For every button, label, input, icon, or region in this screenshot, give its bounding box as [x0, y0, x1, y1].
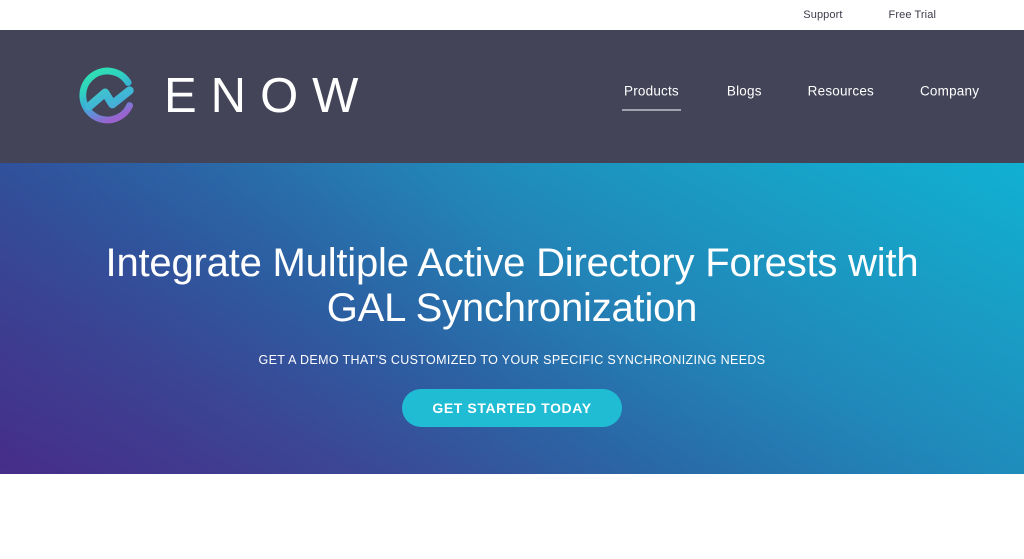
nav-item-products[interactable]: Products: [622, 83, 681, 110]
hero-banner: Integrate Multiple Active Directory Fore…: [0, 163, 1024, 474]
primary-nav-menu: Products Blogs Resources Company: [622, 83, 979, 110]
hero-headline: Integrate Multiple Active Directory Fore…: [105, 241, 919, 330]
nav-item-resources[interactable]: Resources: [808, 83, 874, 109]
free-trial-link[interactable]: Free Trial: [889, 9, 936, 21]
enow-circle-logo-icon: [79, 67, 134, 123]
top-utility-bar: Support Free Trial: [0, 0, 1024, 30]
nav-item-blogs[interactable]: Blogs: [727, 83, 762, 109]
brand-wordmark: ENOW: [164, 69, 373, 123]
get-started-today-button[interactable]: GET STARTED TODAY: [402, 388, 622, 427]
main-navigation-bar: ENOW Products Blogs Resources Company: [0, 30, 1024, 163]
hero-content: Integrate Multiple Active Directory Fore…: [0, 163, 1024, 427]
support-link[interactable]: Support: [803, 9, 842, 21]
page-content-area: [0, 474, 1024, 559]
hero-subheadline: GET A DEMO THAT'S CUSTOMIZED TO YOUR SPE…: [258, 352, 766, 367]
brand-logo-link[interactable]: ENOW: [72, 61, 372, 133]
nav-item-company[interactable]: Company: [920, 83, 979, 109]
